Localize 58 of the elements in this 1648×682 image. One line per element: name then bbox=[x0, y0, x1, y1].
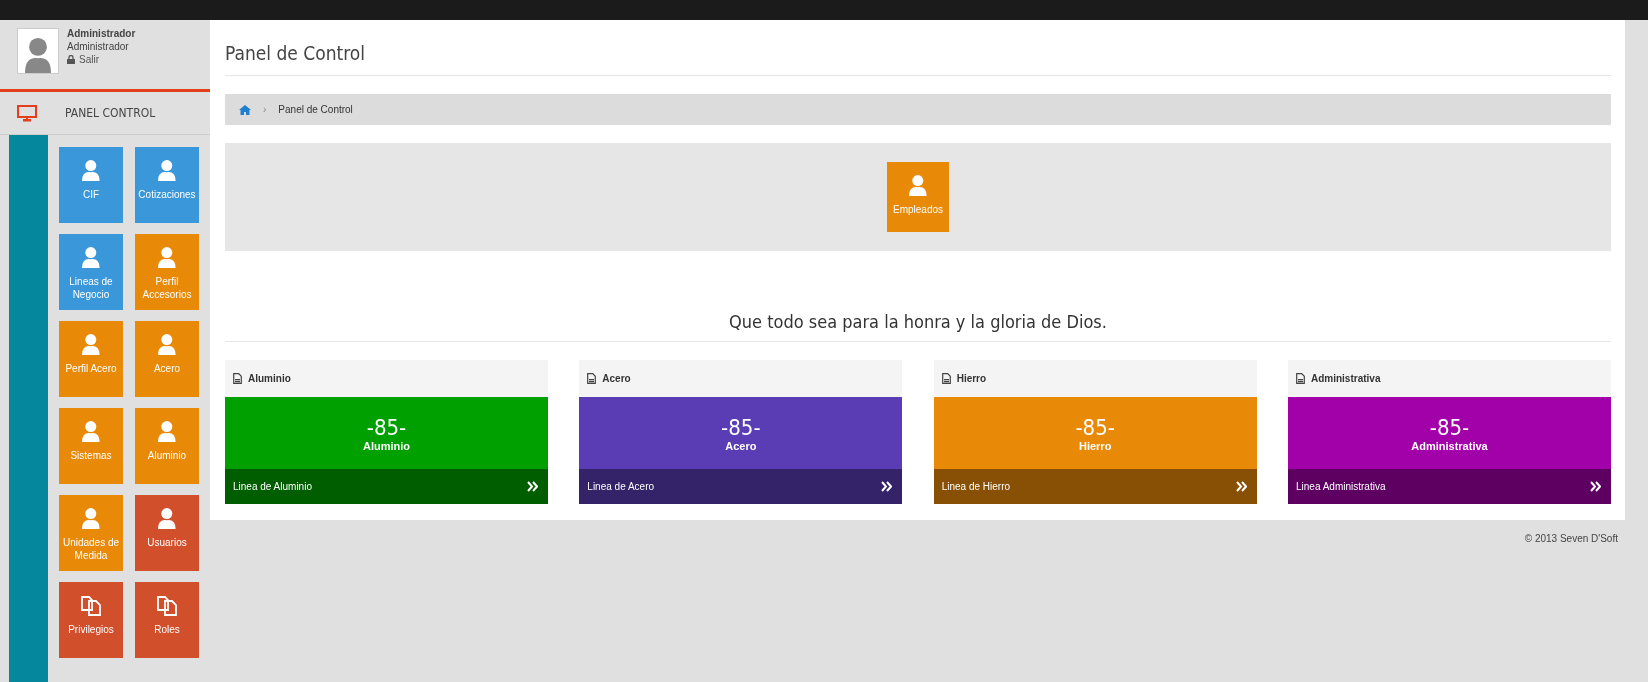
menu-tile[interactable]: Perfil Acero bbox=[59, 321, 123, 397]
avatar bbox=[17, 28, 59, 74]
menu-tile[interactable]: Lineas de Negocio bbox=[59, 234, 123, 310]
stat-panel: -85- Administrativa bbox=[1288, 397, 1611, 469]
card-link[interactable]: Linea de Hierro bbox=[933, 469, 1257, 504]
user-icon bbox=[158, 246, 176, 268]
card-title: Aluminio bbox=[248, 373, 291, 384]
user-icon bbox=[158, 159, 176, 181]
user-icon bbox=[82, 507, 100, 529]
menu-tile[interactable]: Cotizaciones bbox=[135, 147, 199, 223]
card-link[interactable]: Linea Administrativa bbox=[1288, 469, 1611, 504]
menu-tile[interactable]: Acero bbox=[135, 321, 199, 397]
copyright: © 2013 Seven D'Soft bbox=[1523, 532, 1618, 544]
chevrons-right-icon bbox=[881, 481, 893, 492]
card-title: Administrativa bbox=[1311, 373, 1381, 384]
stat-panel: -85- Acero bbox=[579, 397, 903, 469]
featured-tile[interactable]: Empleados bbox=[887, 162, 949, 232]
breadcrumb-separator: › bbox=[263, 104, 267, 115]
document-icon bbox=[1296, 373, 1305, 384]
card-link[interactable]: Linea de Aluminio bbox=[225, 469, 548, 504]
chevrons-right-icon bbox=[1590, 481, 1601, 492]
breadcrumb-item: Panel de Control bbox=[278, 104, 353, 115]
user-icon bbox=[158, 507, 176, 529]
menu-tile[interactable]: Sistemas bbox=[59, 408, 123, 484]
logout-link[interactable]: Salir bbox=[67, 54, 136, 65]
copy-icon bbox=[80, 594, 102, 616]
card-title: Acero bbox=[602, 373, 631, 384]
card-link[interactable]: Linea de Acero bbox=[579, 469, 903, 504]
user-name: Administrador bbox=[67, 28, 136, 39]
user-icon bbox=[82, 420, 100, 442]
quote: Que todo sea para la honra y la gloria de Dios. bbox=[225, 251, 1611, 342]
document-icon bbox=[233, 373, 242, 384]
stat-panel: -85- Hierro bbox=[933, 397, 1257, 469]
chevrons-right-icon bbox=[1235, 481, 1247, 492]
user-icon bbox=[909, 174, 927, 196]
card-title: Hierro bbox=[956, 373, 987, 384]
stat-panel: -85- Aluminio bbox=[225, 397, 548, 469]
menu-tile[interactable]: Roles bbox=[135, 582, 199, 658]
copy-icon bbox=[156, 594, 178, 616]
user-icon bbox=[82, 333, 100, 355]
document-icon bbox=[941, 373, 951, 384]
menu-tile[interactable]: CIF bbox=[59, 147, 123, 223]
page-title: Panel de Control bbox=[225, 20, 1611, 76]
home-icon[interactable] bbox=[239, 104, 251, 115]
user-icon bbox=[82, 159, 100, 181]
monitor-icon bbox=[17, 104, 37, 122]
user-role: Administrador bbox=[67, 41, 130, 52]
chevrons-right-icon bbox=[527, 481, 538, 492]
menu-tile[interactable]: Usuarios bbox=[135, 495, 199, 571]
lock-icon bbox=[67, 55, 75, 64]
menu-tile[interactable]: Privilegios bbox=[59, 582, 123, 658]
menu-tile[interactable]: Unidades de Medida bbox=[59, 495, 123, 571]
user-icon bbox=[158, 420, 176, 442]
user-icon bbox=[158, 333, 176, 355]
user-icon bbox=[82, 246, 100, 268]
menu-tile[interactable]: Perfil Accesorios bbox=[135, 234, 199, 310]
menu-tile[interactable]: Aluminio bbox=[135, 408, 199, 484]
document-icon bbox=[587, 373, 597, 384]
